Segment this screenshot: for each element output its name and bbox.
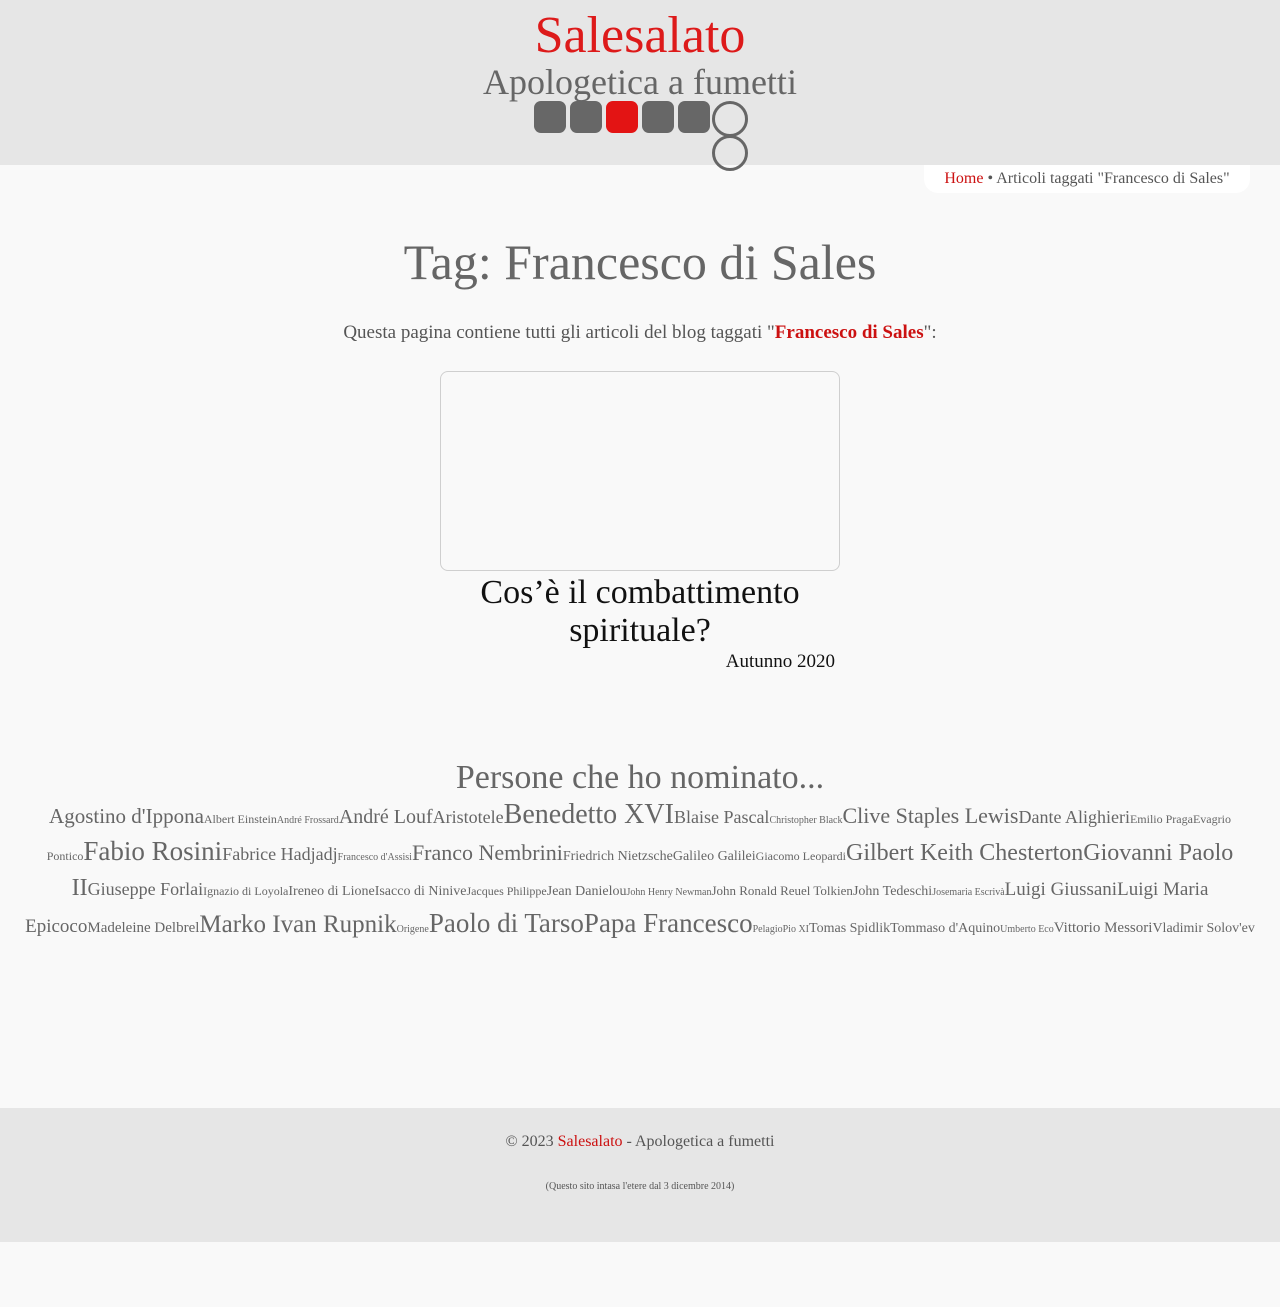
tag-cloud-link[interactable]: Christopher Black [769, 815, 842, 826]
menu-ring-icon-top[interactable] [712, 101, 748, 137]
tag-cloud-link[interactable]: Aristotele [433, 807, 504, 827]
tag-cloud-link[interactable]: Emilio Praga [1130, 812, 1193, 826]
footer-site-link[interactable]: Salesalato [558, 1133, 623, 1150]
article-thumbnail[interactable] [440, 371, 840, 571]
tag-cloud-link[interactable]: Ireneo di Lione [288, 884, 374, 899]
tag-cloud-link[interactable]: Jacques Philippe [466, 884, 546, 898]
tag-cloud-link[interactable]: Luigi Giussani [1005, 879, 1117, 900]
tag-cloud-link[interactable]: Giacomo Leopardi [756, 849, 846, 863]
tag-cloud-link[interactable]: Josemaria Escrivà [932, 887, 1004, 898]
site-title-link[interactable]: Salesalato [0, 6, 1280, 66]
nav-item-3-active[interactable] [606, 101, 638, 133]
tag-cloud-link[interactable]: John Henry Newman [626, 887, 711, 898]
tag-cloud-link[interactable]: Blaise Pascal [674, 807, 769, 827]
tag-cloud-link[interactable]: Gilbert Keith Chesterton [846, 840, 1083, 866]
tag-cloud-heading: Persone che ho nominato... [455, 759, 825, 796]
tag-cloud-link[interactable]: Galileo Galilei [673, 849, 756, 864]
breadcrumb: Home • Articoli taggati "Francesco di Sa… [924, 165, 1250, 193]
footer-copyright-suffix: - Apologetica a fumetti [622, 1133, 775, 1150]
breadcrumb-home-link[interactable]: Home [944, 170, 983, 187]
tag-cloud-link[interactable]: Isacco di Ninive [375, 884, 467, 899]
site-footer: © 2023 Salesalato - Apologetica a fumett… [0, 1108, 1280, 1242]
tag-cloud: Agostino d'IpponaAlbert EinsteinAndré Fr… [18, 800, 1262, 945]
tag-cloud-link[interactable]: Agostino d'Ippona [49, 804, 204, 828]
tag-cloud-link[interactable]: Pelagio [753, 924, 783, 935]
tag-cloud-link[interactable]: Vladimir Solov'ev [1152, 921, 1254, 936]
tag-cloud-link[interactable]: Vittorio Messori [1054, 920, 1153, 936]
tag-cloud-link[interactable]: Benedetto XVI [504, 799, 674, 830]
tag-cloud-link[interactable]: Ignazio di Loyola [203, 884, 288, 898]
tag-cloud-link[interactable]: Dante Alighieri [1018, 807, 1129, 827]
tag-cloud-link[interactable]: Jean Danielou [547, 884, 627, 899]
page-title: Tag: Francesco di Sales [403, 234, 877, 290]
nav-item-1[interactable] [534, 101, 566, 133]
site-subtitle: Apologetica a fumetti [483, 62, 797, 102]
nav-item-5[interactable] [678, 101, 710, 133]
tag-cloud-link[interactable]: Papa Francesco [584, 908, 753, 938]
tag-cloud-link[interactable]: Madeleine Delbrel [87, 920, 199, 936]
tag-cloud-link[interactable]: Origene [397, 924, 429, 935]
tag-cloud-link[interactable]: Clive Staples Lewis [842, 803, 1018, 828]
intro-prefix: Questa pagina contiene tutti gli articol… [343, 322, 775, 343]
footer-copyright: © 2023 Salesalato - Apologetica a fumett… [0, 1130, 1280, 1154]
tag-cloud-link[interactable]: Franco Nembrini [412, 840, 563, 865]
intro-tag: Francesco di Sales [774, 322, 924, 343]
tag-cloud-link[interactable]: John Ronald Reuel Tolkien [711, 883, 852, 898]
footer-copyright-prefix: © 2023 [505, 1133, 558, 1150]
nav-item-4[interactable] [642, 101, 674, 133]
tag-cloud-link[interactable]: Friedrich Nietzsche [563, 849, 673, 864]
site-header: Salesalato Apologetica a fumetti [0, 0, 1280, 171]
nav-item-2[interactable] [570, 101, 602, 133]
intro-text: Questa pagina contiene tutti gli articol… [0, 320, 1280, 346]
tag-cloud-link[interactable]: Tomas Spidlik [809, 921, 890, 936]
breadcrumb-separator: • [983, 170, 997, 187]
intro-suffix: ": [923, 322, 937, 343]
article-title-link[interactable]: Cos’è il combattimento spirituale? [440, 574, 840, 650]
tag-cloud-link[interactable]: Francesco d'Assisi [338, 852, 412, 863]
tag-cloud-link[interactable]: Giuseppe Forlai [88, 879, 203, 899]
tag-cloud-link[interactable]: John Tedeschi [853, 884, 932, 899]
tag-cloud-link[interactable]: Fabrice Hadjadj [222, 844, 337, 864]
tag-cloud-link[interactable]: Albert Einstein [204, 812, 277, 826]
tag-cloud-link[interactable]: Umberto Eco [1000, 924, 1054, 935]
menu-ring-icon-bottom[interactable] [712, 135, 748, 171]
nav-menu [534, 101, 754, 171]
article-date: Autunno 2020 [725, 651, 835, 672]
tag-cloud-link[interactable]: Marko Ivan Rupnik [199, 911, 396, 938]
tag-cloud-link[interactable]: Tommaso d'Aquino [890, 921, 1000, 936]
tag-cloud-link[interactable]: André Louf [339, 806, 433, 828]
tag-cloud-link[interactable]: Paolo di Tarso [429, 908, 584, 938]
tag-cloud-link[interactable]: Fabio Rosini [83, 836, 222, 866]
breadcrumb-current: Articoli taggati "Francesco di Sales" [996, 170, 1230, 187]
footer-note: (Questo sito intasa l'etere dal 3 dicemb… [545, 1181, 735, 1192]
tag-cloud-link[interactable]: Pio XI [783, 924, 809, 935]
tag-cloud-link[interactable]: André Frossard [277, 815, 339, 826]
